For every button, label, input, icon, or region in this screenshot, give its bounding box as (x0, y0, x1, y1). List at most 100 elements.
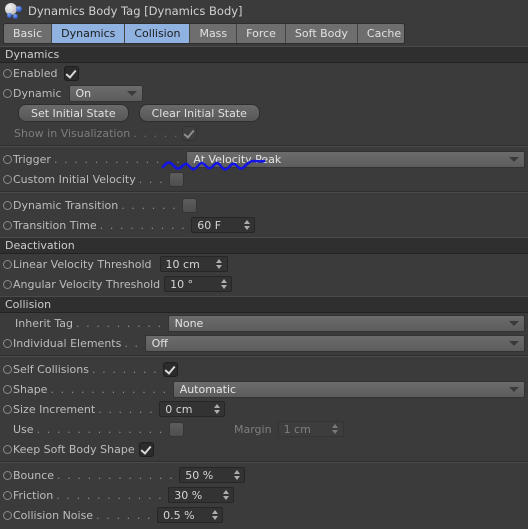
self-collisions-checkbox[interactable] (163, 361, 179, 377)
angular-velocity-threshold-label: Angular Velocity Threshold (13, 277, 161, 291)
dynamics-body-tag-icon (4, 2, 24, 20)
tab-basic[interactable]: Basic (4, 24, 53, 43)
bounce-input[interactable]: 50 % (179, 467, 246, 483)
angular-velocity-threshold-input[interactable]: 10 ° (164, 276, 233, 292)
custom-initial-velocity-toggle[interactable] (169, 171, 185, 187)
trigger-dots: . . . . . . . . . . . . . (53, 152, 182, 166)
titlebar: Dynamics Body Tag [Dynamics Body] (0, 0, 528, 22)
tab-collision[interactable]: Collision (125, 24, 191, 43)
row-custom-initial-velocity: Custom Initial Velocity . . . (0, 169, 528, 189)
dynamic-transition-label: Dynamic Transition (13, 198, 119, 212)
shape-bullet-icon[interactable] (3, 384, 12, 394)
transition-time-stepper[interactable] (243, 219, 250, 231)
friction-bullet-icon[interactable] (3, 490, 12, 500)
divider (0, 461, 528, 463)
friction-dots: . . . . . . . . . . . (56, 488, 164, 502)
inherit-tag-dropdown[interactable]: None (167, 314, 525, 332)
row-transition-time: Transition Time . . . . . . . . . 60 F (0, 215, 528, 235)
collision-noise-value: 0.5 % (163, 508, 195, 522)
show-in-visualization-label: Show in Visualization (14, 126, 131, 140)
keep-soft-body-shape-checkbox[interactable] (138, 441, 154, 457)
self-collisions-label: Self Collisions (13, 362, 89, 376)
dynamic-dropdown[interactable]: On (68, 84, 143, 102)
row-enabled: Enabled (0, 63, 528, 83)
bounce-dots: . . . . . . . . . . . . (57, 468, 175, 482)
dynamic-transition-toggle[interactable] (182, 197, 198, 213)
shape-dropdown[interactable]: Automatic (172, 380, 525, 398)
row-dynamic: Dynamic On (0, 83, 528, 103)
show-in-visualization-checkbox (182, 125, 198, 141)
row-self-collisions: Self Collisions . . . . . . . (0, 359, 528, 379)
linear-velocity-threshold-input[interactable]: 10 cm (159, 256, 228, 272)
individual-elements-bullet-icon[interactable] (3, 338, 12, 348)
bounce-stepper[interactable] (233, 469, 240, 481)
angular-velocity-threshold-stepper[interactable] (220, 278, 227, 290)
trigger-bullet-icon[interactable] (3, 154, 12, 164)
tab-bar: Basic Dynamics Collision Mass Force Soft… (3, 23, 405, 44)
tab-dynamics[interactable]: Dynamics (52, 24, 126, 43)
tab-soft-body[interactable]: Soft Body (285, 24, 358, 43)
size-increment-label: Size Increment (13, 402, 96, 416)
row-friction: Friction . . . . . . . . . . . 30 % (0, 485, 528, 505)
dynamic-transition-dots: . . . . . . (121, 198, 178, 212)
trigger-dropdown[interactable]: At Velocity Peak (186, 150, 525, 168)
shape-value: Automatic (179, 382, 237, 396)
row-shape: Shape . . . . . . . . . . . . Automatic (0, 379, 528, 399)
use-margin-toggle[interactable] (168, 421, 184, 437)
transition-time-value: 60 F (197, 218, 222, 232)
dynamic-dropdown-value: On (75, 86, 92, 100)
transition-time-dots: . . . . . . . . . (99, 218, 187, 232)
collision-noise-stepper[interactable] (211, 509, 218, 521)
window-title: Dynamics Body Tag [Dynamics Body] (28, 4, 243, 18)
enabled-label: Enabled (13, 66, 58, 80)
row-collision-noise: Collision Noise . . . . . . 0.5 % (0, 505, 528, 525)
keep-soft-body-shape-bullet-icon[interactable] (3, 444, 12, 454)
tab-cache[interactable]: Cache (357, 24, 404, 43)
trigger-dropdown-value: At Velocity Peak (193, 152, 282, 166)
friction-input[interactable]: 30 % (168, 487, 235, 503)
friction-stepper[interactable] (222, 489, 229, 501)
bounce-bullet-icon[interactable] (3, 470, 12, 480)
chevron-down-icon (509, 157, 519, 162)
tab-force[interactable]: Force (237, 24, 286, 43)
enabled-bullet-icon[interactable] (3, 68, 12, 78)
transition-time-input[interactable]: 60 F (191, 217, 256, 233)
shape-label: Shape (13, 382, 48, 396)
angular-velocity-threshold-bullet-icon[interactable] (3, 279, 12, 289)
custom-initial-velocity-bullet-icon[interactable] (3, 174, 12, 184)
friction-value: 30 % (174, 488, 203, 502)
bounce-value: 50 % (185, 468, 214, 482)
row-angular-velocity-threshold: Angular Velocity Threshold 10 ° (0, 274, 528, 294)
dynamics-body-tag-window: Dynamics Body Tag [Dynamics Body] Basic … (0, 0, 528, 529)
individual-elements-dropdown[interactable]: Off (144, 334, 525, 352)
size-increment-input[interactable]: 0 cm (159, 401, 226, 417)
inherit-tag-label: Inherit Tag (15, 316, 73, 330)
shape-dots: . . . . . . . . . . . . (50, 382, 168, 396)
collision-noise-bullet-icon[interactable] (3, 510, 12, 520)
linear-velocity-threshold-stepper[interactable] (216, 258, 223, 270)
linear-velocity-threshold-value: 10 cm (165, 257, 200, 271)
dynamic-bullet-icon[interactable] (3, 88, 12, 98)
enabled-checkbox[interactable] (64, 65, 80, 81)
size-increment-bullet-icon[interactable] (3, 404, 12, 414)
transition-time-bullet-icon[interactable] (3, 220, 12, 230)
inherit-tag-value: None (174, 316, 204, 330)
tab-mass[interactable]: Mass (190, 24, 238, 43)
size-increment-stepper[interactable] (213, 403, 220, 415)
row-size-increment: Size Increment . . . . . . 0 cm (0, 399, 528, 419)
dynamic-transition-bullet-icon[interactable] (3, 200, 12, 210)
self-collisions-bullet-icon[interactable] (3, 364, 12, 374)
section-header-collision: Collision (0, 296, 528, 313)
collision-noise-input[interactable]: 0.5 % (157, 507, 224, 523)
margin-input: 1 cm (277, 421, 344, 437)
row-trigger: Trigger . . . . . . . . . . . . . At Vel… (0, 149, 528, 169)
self-collisions-dots: . . . . . . . (91, 362, 159, 376)
set-initial-state-button[interactable]: Set Initial State (18, 104, 129, 122)
linear-velocity-threshold-bullet-icon[interactable] (3, 259, 12, 269)
individual-elements-dots: . . (124, 336, 140, 350)
section-header-deactivation: Deactivation (0, 237, 528, 254)
clear-initial-state-button[interactable]: Clear Initial State (138, 104, 260, 122)
chevron-down-icon (509, 321, 519, 326)
row-individual-elements: Individual Elements . . Off (0, 333, 528, 353)
collision-noise-dots: . . . . . . (96, 508, 153, 522)
